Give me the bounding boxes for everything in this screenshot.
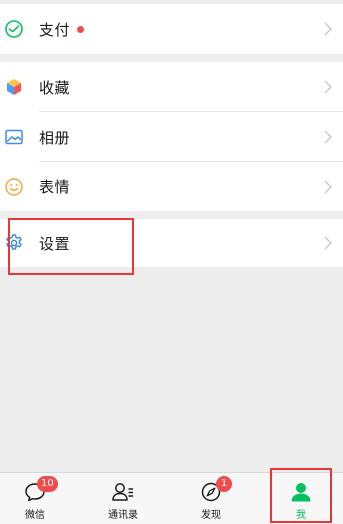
tab-label: 通讯录 <box>108 510 138 521</box>
chevron-right-icon <box>324 22 332 36</box>
menu-item-album[interactable]: 相册 <box>0 112 343 162</box>
tab-label: 微信 <box>25 510 45 521</box>
menu-item-settings[interactable]: 设置 <box>0 219 343 267</box>
tab-discover[interactable]: 1 发现 <box>176 473 246 524</box>
chevron-right-icon <box>324 236 332 250</box>
tab-label: 发现 <box>201 510 221 521</box>
chevron-right-icon <box>324 130 332 144</box>
tab-label: 我 <box>296 510 306 521</box>
menu-item-label: 设置 <box>39 234 71 253</box>
cube-icon <box>4 77 24 97</box>
chevron-right-icon <box>324 80 332 94</box>
smiley-icon <box>4 177 24 197</box>
bottom-tab-bar: 10 微信 通讯录 1 发现 我 <box>0 472 343 524</box>
menu-item-favorites[interactable]: 收藏 <box>0 62 343 112</box>
tab-chats[interactable]: 10 微信 <box>0 473 70 524</box>
contacts-icon <box>112 483 133 501</box>
unread-badge: 1 <box>216 476 232 492</box>
notification-dot <box>77 25 84 33</box>
section-gap <box>0 211 343 219</box>
section-gap <box>0 54 343 62</box>
gear-icon <box>4 233 24 253</box>
chevron-right-icon <box>324 180 332 193</box>
menu-item-label: 相册 <box>39 128 71 147</box>
tab-contacts[interactable]: 通讯录 <box>88 473 158 524</box>
wechat-pay-icon <box>4 19 24 39</box>
menu-item-pay[interactable]: 支付 <box>0 4 343 54</box>
menu-item-label: 表情 <box>39 178 71 196</box>
unread-badge: 10 <box>37 476 58 492</box>
menu-item-stickers[interactable]: 表情 <box>0 162 343 211</box>
menu-item-label: 支付 <box>39 20 71 39</box>
tab-me[interactable]: 我 <box>266 473 336 524</box>
image-icon <box>4 127 24 147</box>
person-icon <box>291 483 311 502</box>
menu-item-label: 收藏 <box>39 78 71 97</box>
